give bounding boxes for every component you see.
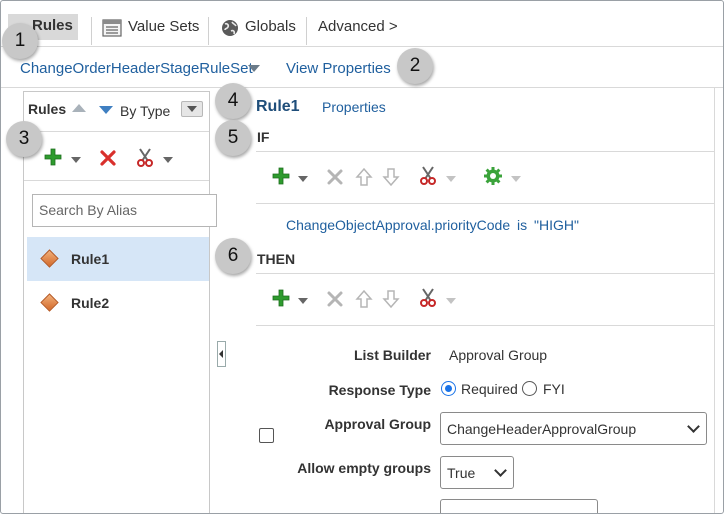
globe-icon [221,19,239,41]
add-rule-icon[interactable] [44,148,62,166]
gear-dropdown-icon[interactable] [511,176,521,182]
sort-ascending-icon[interactable] [72,104,86,112]
condition-field[interactable]: ChangeObjectApproval.priorityCode [286,217,510,233]
divider [256,151,714,152]
callout-marker: 6 [215,238,251,274]
tab-value-sets-label: Value Sets [128,18,200,35]
rule-diamond-icon [40,249,59,268]
move-down-icon[interactable] [382,167,400,187]
move-up-icon[interactable] [355,167,373,187]
tab-divider [208,17,209,45]
callout-marker: 3 [6,121,42,157]
callout-marker: 4 [215,83,251,119]
if-section-label: IF [257,129,270,145]
tab-advanced-label: Advanced > [318,18,398,35]
collapse-panel-handle[interactable] [217,341,226,367]
rule-list-item-rule1[interactable]: Rule1 [27,237,209,281]
cut-condition-dropdown-icon[interactable] [446,176,456,182]
cut-action-icon[interactable] [419,287,437,307]
rules-list-toolbar [24,133,209,181]
cut-action-dropdown-icon[interactable] [446,298,456,304]
callout-marker: 5 [215,120,251,156]
chevron-down-icon [494,464,507,477]
allow-empty-groups-value: True [447,465,476,481]
sort-by-type-dropdown[interactable] [181,101,203,117]
sort-descending-icon[interactable] [99,106,113,114]
rule-properties-link[interactable]: Properties [322,99,386,115]
condition-expression[interactable]: ChangeObjectApproval.priorityCode is "HI… [286,217,579,233]
condition-operator[interactable]: is [517,217,527,233]
add-rule-dropdown-icon[interactable] [71,157,81,163]
value-sets-icon [102,19,122,41]
delete-condition-icon[interactable] [326,168,344,186]
ruleset-bar: ChangeOrderHeaderStageRuleSet View Prope… [1,48,723,88]
tab-value-sets[interactable]: Value Sets [102,13,199,47]
ruleset-name-link[interactable]: ChangeOrderHeaderStageRuleSet [20,60,253,77]
response-fyi-radio[interactable] [522,381,537,396]
gear-icon[interactable] [483,166,503,186]
tab-globals[interactable]: Globals [221,13,296,47]
chevron-down-icon [687,420,700,433]
tab-advanced[interactable]: Advanced > [318,13,398,47]
response-type-label: Response Type [328,382,431,398]
search-by-alias-input[interactable]: Search By Alias [32,194,217,227]
add-condition-icon[interactable] [272,167,290,185]
top-tab-bar: Rules Value Sets Globals Advanced > [1,1,723,47]
rule-list-item-rule2[interactable]: Rule2 [27,281,209,325]
rule-diamond-icon [40,293,59,312]
response-required-label: Required [461,381,518,397]
sort-by-type-label: By Type [120,103,171,119]
cut-rule-dropdown-icon[interactable] [163,157,173,163]
rule-list-item-label: Rule1 [71,251,110,267]
add-condition-dropdown-icon[interactable] [298,176,308,182]
move-up-icon[interactable] [355,289,373,309]
tab-divider [306,17,307,45]
rules-list-header: Rules By Type [24,92,209,132]
condition-value[interactable]: "HIGH" [534,217,579,233]
rule-editor-window: Rules Value Sets Globals Advanced > Chan… [0,0,724,514]
rules-list-panel: Rules By Type Search By Alias Rule1 Rule… [23,91,217,513]
partial-field-input[interactable] [440,499,598,513]
allow-empty-groups-label: Allow empty groups [297,460,431,476]
cut-condition-icon[interactable] [419,165,437,185]
rule-list-item-label: Rule2 [71,295,110,311]
response-required-radio[interactable] [441,381,456,396]
list-builder-value: Approval Group [449,347,548,363]
list-builder-label: List Builder [353,347,431,363]
view-properties-link[interactable]: View Properties [286,60,391,77]
approval-group-select[interactable]: ChangeHeaderApprovalGroup [440,412,707,445]
tab-rules-label: Rules [32,17,73,34]
add-action-icon[interactable] [272,289,290,307]
rule-title: Rule1 [256,98,300,115]
approval-group-select-value: ChangeHeaderApprovalGroup [447,421,637,437]
divider [256,203,714,204]
allow-empty-groups-select[interactable]: True [440,456,514,489]
add-action-dropdown-icon[interactable] [298,298,308,304]
then-section-label: THEN [257,251,296,267]
divider [256,273,714,274]
tab-globals-label: Globals [245,18,296,35]
cut-rule-icon[interactable] [136,147,154,167]
delete-rule-icon[interactable] [100,150,116,166]
divider [256,325,714,326]
right-scroll-border [714,88,715,513]
move-down-icon[interactable] [382,289,400,309]
approval-group-checkbox[interactable] [259,428,274,443]
response-fyi-label: FYI [543,381,565,397]
callout-marker: 1 [2,23,38,59]
callout-marker: 2 [397,48,433,84]
rules-list-title: Rules [28,101,67,117]
tab-divider [91,17,92,45]
ruleset-dropdown-caret-icon[interactable] [248,65,260,72]
delete-action-icon[interactable] [326,290,344,308]
approval-group-label: Approval Group [324,416,431,432]
